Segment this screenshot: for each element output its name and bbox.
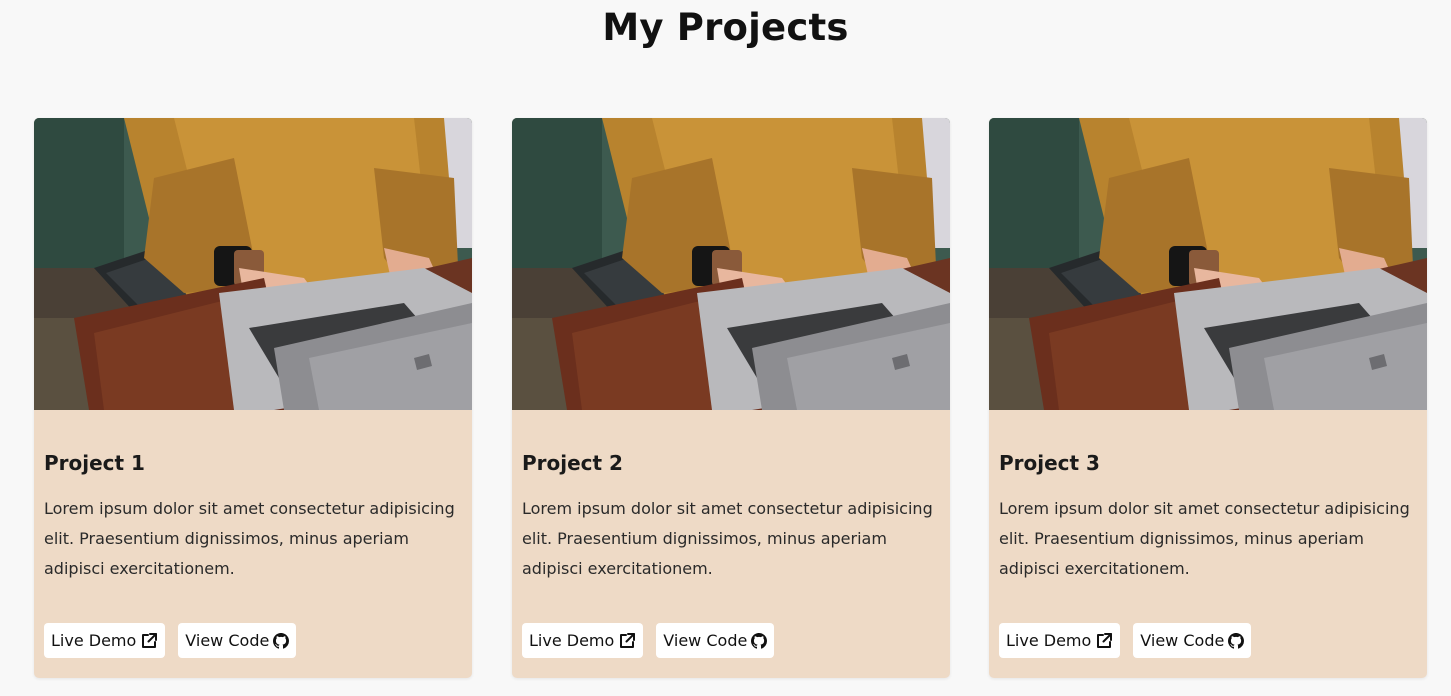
project-actions: Live Demo View Code: [999, 623, 1252, 658]
external-link-icon: [1095, 632, 1113, 650]
view-code-button[interactable]: View Code: [1133, 623, 1252, 658]
project-description: Lorem ipsum dolor sit amet consectetur a…: [44, 499, 455, 578]
view-code-button[interactable]: View Code: [656, 623, 775, 658]
live-demo-button[interactable]: Live Demo: [44, 623, 166, 658]
page-title: My Projects: [602, 6, 849, 49]
live-demo-label: Live Demo: [51, 631, 137, 650]
view-code-button[interactable]: View Code: [178, 623, 297, 658]
project-actions: Live Demo View Code: [522, 623, 775, 658]
project-description: Lorem ipsum dolor sit amet consectetur a…: [999, 499, 1410, 578]
project-description: Lorem ipsum dolor sit amet consectetur a…: [522, 499, 933, 578]
project-card-body: Project 3 Lorem ipsum dolor sit amet con…: [989, 450, 1427, 584]
external-link-icon: [618, 632, 636, 650]
project-title: Project 2: [522, 451, 623, 475]
view-code-label: View Code: [663, 631, 748, 650]
project-title: Project 1: [44, 451, 145, 475]
project-title: Project 3: [999, 451, 1100, 475]
project-card-2: Project 2 Lorem ipsum dolor sit amet con…: [512, 118, 950, 678]
live-demo-button[interactable]: Live Demo: [522, 623, 644, 658]
project-card-body: Project 1 Lorem ipsum dolor sit amet con…: [34, 450, 472, 584]
github-icon: [751, 633, 767, 649]
project-image: [989, 118, 1427, 410]
project-actions: Live Demo View Code: [44, 623, 297, 658]
project-card-body: Project 2 Lorem ipsum dolor sit amet con…: [512, 450, 950, 584]
project-card-3: Project 3 Lorem ipsum dolor sit amet con…: [989, 118, 1427, 678]
view-code-label: View Code: [1140, 631, 1225, 650]
github-icon: [1228, 633, 1244, 649]
live-demo-label: Live Demo: [529, 631, 615, 650]
project-image: [512, 118, 950, 410]
github-icon: [273, 633, 289, 649]
project-card-1: Project 1 Lorem ipsum dolor sit amet con…: [34, 118, 472, 678]
project-image: [34, 118, 472, 410]
view-code-label: View Code: [185, 631, 270, 650]
live-demo-label: Live Demo: [1006, 631, 1092, 650]
live-demo-button[interactable]: Live Demo: [999, 623, 1121, 658]
external-link-icon: [140, 632, 158, 650]
